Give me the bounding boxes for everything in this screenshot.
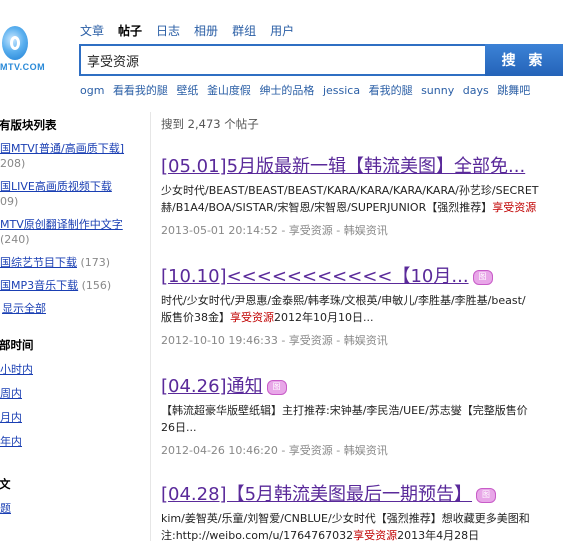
- board-filter-item: 国LIVE高画质视频下载 09): [0, 179, 150, 209]
- snippet-line: 26日...: [161, 421, 197, 434]
- tab-articles[interactable]: 文章: [80, 22, 104, 39]
- result-count: 搜到 2,473 个帖子: [161, 117, 259, 131]
- hot-badge-icon: 图: [476, 488, 497, 503]
- search-type-tabs: 文章 帖子 日志 相册 群组 用户: [80, 22, 308, 39]
- hot-keyword-link[interactable]: sunny: [421, 84, 454, 97]
- result-item: [10.10]<<<<<<<<<<<【10月... 图 时代/少女时代/尹恩惠/金…: [161, 262, 563, 348]
- snippet-line: 版售价38金】享受资源2012年10月10日...: [161, 309, 563, 326]
- result-meta: 2012-10-10 19:46:33 - 享受资源 - 韩娱资讯: [161, 334, 388, 347]
- snippet-text: 2013年4月28日: [397, 529, 480, 542]
- board-filter-link[interactable]: 国MTV[普通/高画质下载]: [0, 142, 124, 155]
- time-filter-link[interactable]: 小时内: [0, 361, 150, 377]
- hot-keyword-link[interactable]: jessica: [323, 84, 360, 97]
- snippet-line: 赫/B1A4/BOA/SISTAR/宋智恩/宋智恩/SUPERJUNIOR【强烈…: [161, 199, 563, 216]
- logo-text: MTV.COM: [0, 62, 46, 72]
- hot-keyword-link[interactable]: days: [463, 84, 489, 97]
- board-filter-link[interactable]: 国LIVE高画质视频下载: [0, 180, 112, 193]
- hot-badge-icon: 图: [472, 270, 493, 285]
- hot-keyword-link[interactable]: 看我的腿: [369, 84, 413, 97]
- snippet-line: 注:http://weibo.com/u/1764767032享受资源2013年…: [161, 527, 563, 544]
- result-snippet: kim/姜智英/乐童/刘智爱/CNBLUE/少女时代【强烈推荐】想收藏更多美图和…: [161, 510, 563, 544]
- search-results: 搜到 2,473 个帖子 [05.01]5月版最新一辑【韩流美图】全部免... …: [161, 112, 563, 542]
- snippet-line: 时代/少女时代/尹恩惠/金泰熙/韩孝珠/文根英/申敏儿/李胜基/李胜基/beas…: [161, 294, 526, 307]
- snippet-text: 注:http://weibo.com/u/1764767032: [161, 529, 354, 542]
- board-count: 208): [0, 157, 26, 170]
- search-bar: 搜 索: [79, 44, 563, 76]
- sidebar-divider: [150, 112, 151, 541]
- show-all-item: 显示全部: [0, 301, 150, 316]
- result-item: [05.01]5月版最新一辑【韩流美图】全部免... 少女时代/BEAST/BE…: [161, 152, 563, 238]
- time-filter-link[interactable]: 年内: [0, 433, 150, 449]
- snippet-line: 少女时代/BEAST/BEAST/BEAST/KARA/KARA/KARA/KA…: [161, 184, 539, 197]
- result-title-link[interactable]: [04.28]【5月韩流美图最后一期预告】: [161, 480, 472, 506]
- text-filter-link[interactable]: 题: [0, 500, 150, 516]
- board-filter-item: 国综艺节目下载 (173): [0, 255, 150, 270]
- hot-keywords: ogm 看看我的腿 壁纸 釜山度假 绅士的品格 jessica 看我的腿 sun…: [80, 82, 535, 98]
- board-filter-link[interactable]: MTV原创翻译制作中文字: [0, 218, 123, 231]
- snippet-text: 2012年10月10日...: [274, 311, 374, 324]
- board-count: 09): [0, 195, 19, 208]
- snippet-text: 赫/B1A4/BOA/SISTAR/宋智恩/宋智恩/SUPERJUNIOR【强烈…: [161, 201, 493, 214]
- hot-keyword-link[interactable]: 跳舞吧: [497, 84, 530, 97]
- tab-blogs[interactable]: 日志: [156, 22, 180, 39]
- time-filter-link[interactable]: 月内: [0, 409, 150, 425]
- time-filter-link[interactable]: 周内: [0, 385, 150, 401]
- site-logo[interactable]: MTV.COM: [0, 18, 60, 78]
- tab-posts[interactable]: 帖子: [118, 22, 142, 39]
- board-count: (173): [80, 256, 111, 269]
- logo-icon: [2, 26, 28, 60]
- hot-keyword-link[interactable]: ogm: [80, 84, 104, 97]
- hot-badge-icon: 图: [266, 380, 287, 395]
- hot-keyword-link[interactable]: 壁纸: [176, 84, 198, 97]
- snippet-line: 【韩流超豪华版壁纸辑】主打推荐:宋钟基/李民浩/UEE/苏志燮【完整版售价: [161, 404, 528, 417]
- snippet-text: 版售价38金】: [161, 311, 230, 324]
- highlight-keyword: 享受资源: [492, 201, 537, 214]
- result-title-link[interactable]: [05.01]5月版最新一辑【韩流美图】全部免...: [161, 152, 525, 178]
- show-all-link[interactable]: 显示全部: [2, 302, 46, 315]
- result-snippet: 时代/少女时代/尹恩惠/金泰熙/韩孝珠/文根英/申敏儿/李胜基/李胜基/beas…: [161, 292, 563, 326]
- hot-keyword-link[interactable]: 看看我的腿: [113, 84, 168, 97]
- board-filter-link[interactable]: 国综艺节目下载: [0, 256, 77, 269]
- board-filter-item: MTV原创翻译制作中文字 (240): [0, 217, 150, 247]
- search-button[interactable]: 搜 索: [485, 44, 563, 76]
- board-count: (240): [0, 233, 30, 246]
- result-item: [04.28]【5月韩流美图最后一期预告】图 kim/姜智英/乐童/刘智爱/CN…: [161, 480, 563, 544]
- tab-albums[interactable]: 相册: [194, 22, 218, 39]
- time-heading: 部时间: [0, 338, 34, 352]
- hot-keyword-link[interactable]: 釜山度假: [207, 84, 251, 97]
- result-title-link[interactable]: [04.26]通知: [161, 372, 263, 398]
- filter-sidebar: 有版块列表 国MTV[普通/高画质下载] 208) 国LIVE高画质视频下载 0…: [0, 112, 150, 524]
- snippet-line: kim/姜智英/乐童/刘智爱/CNBLUE/少女时代【强烈推荐】想收藏更多美图和: [161, 512, 530, 525]
- board-filter-item: 国MTV[普通/高画质下载] 208): [0, 141, 150, 171]
- highlight-keyword: 享受资源: [230, 311, 274, 324]
- result-snippet: 【韩流超豪华版壁纸辑】主打推荐:宋钟基/李民浩/UEE/苏志燮【完整版售价 26…: [161, 402, 563, 436]
- highlight-keyword: 享受资源: [353, 529, 398, 542]
- hot-keyword-link[interactable]: 绅士的品格: [259, 84, 314, 97]
- tab-users[interactable]: 用户: [270, 22, 294, 39]
- search-input[interactable]: [79, 44, 493, 76]
- tab-groups[interactable]: 群组: [232, 22, 256, 39]
- board-filter-item: 国MP3音乐下载 (156): [0, 278, 150, 293]
- result-item: [04.26]通知图 【韩流超豪华版壁纸辑】主打推荐:宋钟基/李民浩/UEE/苏…: [161, 372, 563, 458]
- result-meta: 2012-04-26 10:46:20 - 享受资源 - 韩娱资讯: [161, 444, 388, 457]
- board-filter-link[interactable]: 国MP3音乐下载: [0, 279, 78, 292]
- result-snippet: 少女时代/BEAST/BEAST/BEAST/KARA/KARA/KARA/KA…: [161, 182, 563, 216]
- result-meta: 2013-05-01 20:14:52 - 享受资源 - 韩娱资讯: [161, 224, 388, 237]
- boards-heading: 有版块列表: [0, 118, 57, 132]
- result-title-link[interactable]: [10.10]<<<<<<<<<<<【10月...: [161, 262, 469, 288]
- text-heading: 文: [0, 477, 11, 491]
- board-count: (156): [81, 279, 112, 292]
